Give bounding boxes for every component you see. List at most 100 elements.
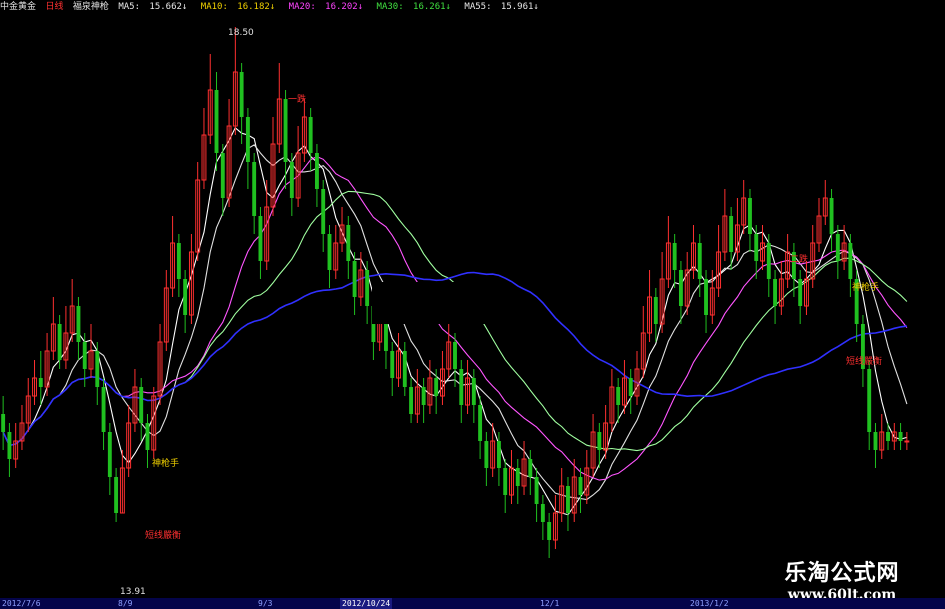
candle: [904, 432, 910, 450]
candle: [276, 63, 282, 153]
ma30-value: 16.261↓: [413, 2, 451, 12]
candle-body-down: [503, 468, 508, 495]
candle: [69, 279, 75, 342]
candle-body-down: [697, 243, 702, 279]
candle-body-down: [390, 351, 395, 378]
candle-body-down: [616, 387, 621, 405]
candle-body-down: [7, 432, 12, 459]
candle-body-down: [547, 522, 552, 540]
candle: [822, 180, 828, 225]
candle: [854, 270, 859, 342]
candle: [665, 216, 671, 288]
candle-body-down: [76, 306, 81, 342]
candle: [552, 495, 558, 549]
candle: [76, 297, 81, 360]
candle: [798, 270, 803, 324]
candle: [566, 477, 570, 531]
candle: [860, 315, 865, 387]
candle: [609, 369, 615, 432]
candle: [270, 117, 276, 216]
ma10-label: MA10:: [200, 2, 228, 12]
candle: [101, 378, 106, 450]
candle-body-down: [434, 378, 439, 396]
candle: [32, 360, 37, 405]
candle: [478, 396, 483, 459]
candle: [459, 360, 464, 423]
candle: [659, 252, 665, 333]
candle-body-down: [578, 477, 583, 495]
ma5-readout: MA5: 15.662↓: [118, 2, 191, 12]
candle: [402, 342, 407, 396]
ma20-readout: MA20: 16.202↓: [289, 2, 367, 12]
sharpshooter-label-right: 神枪手: [852, 281, 879, 293]
candle: [25, 378, 31, 432]
candle: [791, 243, 796, 297]
candle: [766, 234, 771, 297]
ma55-value: 15.961↓: [500, 2, 539, 12]
candle: [207, 54, 213, 144]
date-tick: 2013/1/2: [690, 599, 729, 608]
candle-body-down: [314, 153, 319, 189]
candle: [571, 459, 577, 522]
candle: [157, 324, 163, 405]
ma10-value: 16.182↓: [237, 2, 276, 12]
candle-body-down: [258, 216, 263, 261]
watermark: 乐淘公式网 www.60lt.com: [757, 555, 927, 603]
candle-body-down: [766, 243, 771, 279]
candle: [427, 360, 433, 414]
candle: [151, 387, 157, 459]
candle-body-down: [484, 441, 489, 468]
candle-body-down: [57, 324, 62, 360]
candle: [503, 459, 508, 513]
candle-body-down: [496, 441, 501, 468]
candle-body-down: [528, 459, 533, 477]
candle-body-down: [245, 117, 250, 162]
candle: [722, 189, 728, 261]
ma20-label: MA20:: [288, 2, 316, 12]
candle: [63, 306, 69, 369]
candle-body-down: [773, 279, 778, 306]
formula-name[interactable]: 福泉神枪: [73, 2, 109, 12]
candle-body-down: [365, 270, 370, 306]
candle: [528, 450, 533, 495]
candle: [653, 288, 658, 342]
candle-body-down: [678, 270, 683, 306]
candle-body-down: [101, 387, 106, 432]
date-axis: 2012/7/6 8/9 9/3 2012/10/24 12/1 2013/1/…: [0, 598, 945, 609]
candle-body-down: [289, 162, 294, 198]
ma10-readout: MA10: 16.182↓: [201, 2, 279, 12]
date-tick-highlighted[interactable]: 2012/10/24: [340, 598, 393, 609]
ma30-label: MA30:: [376, 2, 404, 12]
candle: [226, 99, 232, 207]
candle: [252, 153, 257, 234]
candle: [678, 261, 683, 324]
candle: [132, 369, 138, 432]
candle-body-down: [748, 198, 752, 234]
candle: [333, 225, 339, 279]
candle: [13, 423, 19, 468]
candle: [465, 360, 470, 414]
candlestick-chart[interactable]: 18.50 13.91 一跌 二跌 短线嚴衡 短线嚴衡 神枪手 神枪手: [0, 14, 945, 598]
candle: [647, 270, 652, 342]
candle: [509, 450, 514, 504]
candle: [301, 99, 307, 162]
candle-body-down: [886, 432, 890, 441]
candle: [628, 369, 633, 414]
candle-body-down: [38, 378, 43, 387]
candle: [810, 225, 816, 288]
candle: [114, 468, 119, 522]
candle-body-down: [139, 387, 144, 423]
candle-body-down: [95, 351, 100, 387]
candle: [873, 423, 878, 468]
period-label[interactable]: 日线: [45, 2, 63, 12]
candle: [139, 378, 144, 441]
candle: [107, 423, 112, 495]
candle-body-down: [672, 243, 677, 270]
candle: [195, 162, 201, 261]
candle-body-down: [321, 189, 326, 234]
candle: [183, 270, 188, 333]
candle-body-down: [848, 243, 853, 279]
candle-body-down: [835, 234, 840, 261]
candle: [697, 234, 702, 297]
candle-body-down: [183, 279, 188, 315]
